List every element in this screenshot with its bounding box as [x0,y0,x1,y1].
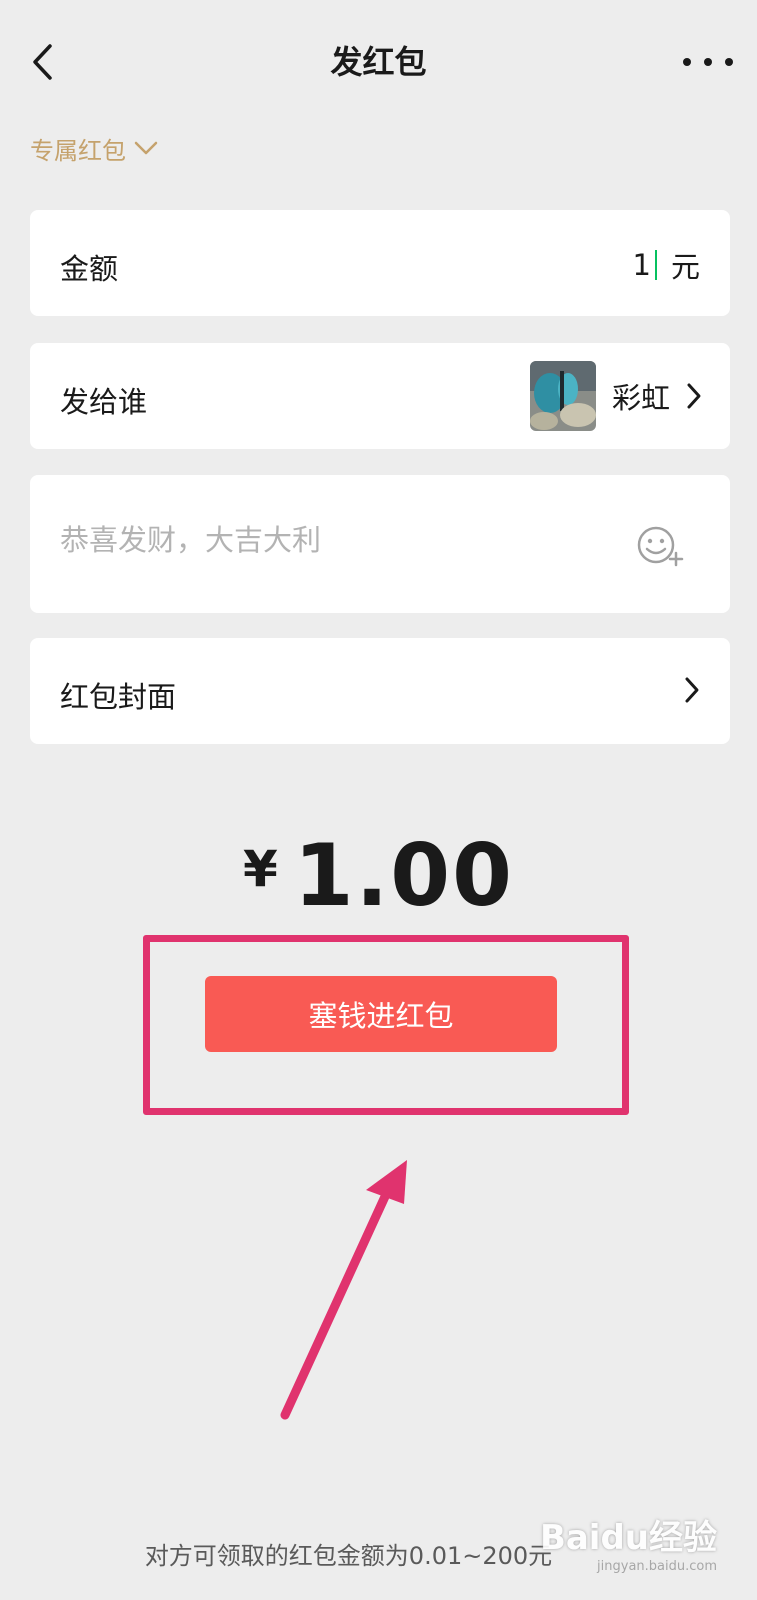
amount-row[interactable]: 金额 1 元 [30,210,730,316]
amount-unit: 元 [670,250,700,284]
emoji-add-icon[interactable] [636,523,686,569]
recipient-label: 发给谁 [60,385,148,419]
recipient-row[interactable]: 发给谁 彩虹 [30,343,730,449]
total-amount-display: ¥ 1.00 [0,826,757,926]
recipient-name: 彩虹 [611,381,670,415]
nav-bar: 发红包 [0,0,757,125]
packet-type-dropdown[interactable]: 专属红包 [30,128,158,168]
chevron-down-icon [134,141,158,155]
amount-label: 金额 [60,252,119,286]
cover-label: 红包封面 [60,680,177,714]
recipient-selector[interactable]: 彩虹 [529,361,702,431]
send-red-packet-button[interactable]: 塞钱进红包 [205,976,557,1052]
total-amount: 1.00 [293,826,514,926]
cover-row[interactable]: 红包封面 [30,638,730,744]
message-row [30,475,730,613]
dot [725,58,733,66]
chevron-right-icon [685,677,699,703]
avatar [529,361,596,431]
watermark: Baidu经验 jingyan.baidu.com [540,1510,717,1574]
packet-type-label: 专属红包 [30,136,126,165]
watermark-logo: Baidu经验 [539,1518,717,1558]
watermark-url: jingyan.baidu.com [597,1559,717,1574]
chevron-right-icon [687,383,701,409]
amount-field[interactable]: 1 元 [633,244,700,286]
more-options-button[interactable] [683,44,733,80]
currency-symbol: ¥ [243,840,278,898]
dot [704,58,712,66]
annotation-arrow-icon [280,1160,407,1420]
text-cursor [654,250,657,280]
message-input[interactable] [60,523,620,557]
page-title: 发红包 [330,43,427,81]
amount-value[interactable]: 1 [633,248,651,282]
dot [683,58,691,66]
